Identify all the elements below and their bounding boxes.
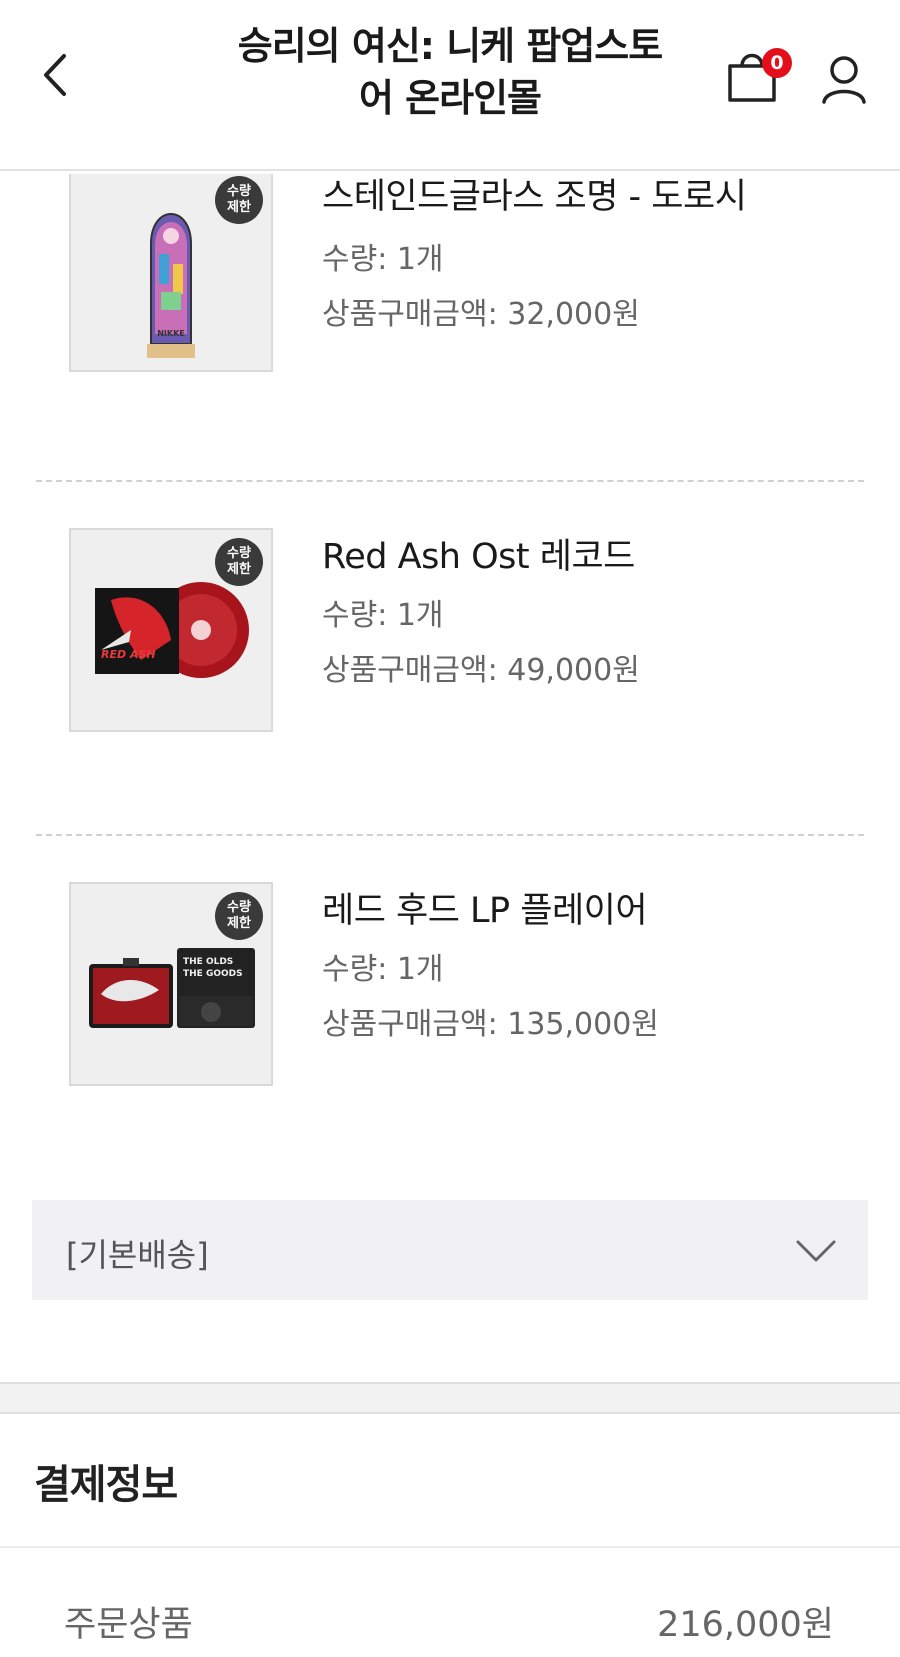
page-title-line1: 승리의 여신: 니케 팝업스토 bbox=[237, 24, 663, 68]
cart-count-badge: 0 bbox=[762, 48, 792, 78]
thumb-caption: RED ASH bbox=[101, 648, 156, 661]
product-quantity: 수량: 1개 bbox=[322, 242, 444, 277]
product-price: 상품구매금액: 49,000원 bbox=[322, 653, 640, 688]
limited-quantity-badge: 수량 제한 bbox=[215, 176, 263, 224]
user-icon bbox=[822, 56, 866, 104]
product-price: 상품구매금액: 135,000원 bbox=[322, 1007, 659, 1042]
cart-item: NIKKE 수량 제한 스테인드글라스 조명 - 도로시 수량: 1개 상품구매… bbox=[0, 168, 900, 448]
product-quantity: 수량: 1개 bbox=[322, 598, 444, 633]
product-thumbnail[interactable]: RED ASH 수량 제한 bbox=[69, 528, 273, 732]
item-divider bbox=[36, 480, 864, 482]
order-items-label: 주문상품 bbox=[64, 1605, 193, 1645]
user-button[interactable] bbox=[818, 52, 870, 108]
cart-item: RED ASH 수량 제한 Red Ash Ost 레코드 수량: 1개 상품구… bbox=[0, 528, 900, 808]
product-thumbnail[interactable]: THE OLDS THE GOODS 수량 제한 bbox=[69, 882, 273, 1086]
thumb-caption: NIKKE bbox=[157, 329, 185, 338]
order-items-amount: 216,000원 bbox=[657, 1605, 834, 1645]
shipping-method-select[interactable]: [기본배송] bbox=[32, 1200, 868, 1300]
item-divider bbox=[36, 834, 864, 836]
badge-text-1: 수량 bbox=[227, 546, 251, 561]
chevron-down-icon bbox=[796, 1240, 836, 1262]
section-separator bbox=[0, 1382, 900, 1414]
page-title-line2: 어 온라인몰 bbox=[358, 76, 542, 120]
back-arrow-icon bbox=[44, 54, 66, 96]
thumb-caption: THE OLDS THE GOODS bbox=[183, 957, 243, 979]
badge-text-1: 수량 bbox=[227, 184, 251, 199]
limited-quantity-badge: 수량 제한 bbox=[215, 538, 263, 586]
product-price: 상품구매금액: 32,000원 bbox=[322, 297, 640, 332]
limited-quantity-badge: 수량 제한 bbox=[215, 892, 263, 940]
product-quantity: 수량: 1개 bbox=[322, 952, 444, 987]
badge-text-2: 제한 bbox=[227, 916, 251, 931]
back-button[interactable] bbox=[30, 45, 80, 105]
product-name[interactable]: 스테인드글라스 조명 - 도로시 bbox=[322, 168, 747, 219]
top-bar: 승리의 여신: 니케 팝업스토 어 온라인몰 0 bbox=[0, 0, 900, 171]
product-name[interactable]: 레드 후드 LP 플레이어 bbox=[322, 882, 648, 933]
payment-divider bbox=[0, 1546, 900, 1548]
product-name[interactable]: Red Ash Ost 레코드 bbox=[322, 528, 635, 579]
badge-text-2: 제한 bbox=[227, 200, 251, 215]
badge-text-1: 수량 bbox=[227, 900, 251, 915]
cart-item: THE OLDS THE GOODS 수량 제한 레드 후드 LP 플레이어 수… bbox=[0, 882, 900, 1162]
badge-text-2: 제한 bbox=[227, 562, 251, 577]
page-title: 승리의 여신: 니케 팝업스토 어 온라인몰 bbox=[200, 20, 700, 124]
shipping-method-label: [기본배송] bbox=[66, 1236, 209, 1274]
product-thumbnail[interactable]: NIKKE 수량 제한 bbox=[69, 174, 273, 372]
cart-button[interactable]: 0 bbox=[724, 44, 792, 108]
payment-info-title: 결제정보 bbox=[34, 1462, 178, 1508]
